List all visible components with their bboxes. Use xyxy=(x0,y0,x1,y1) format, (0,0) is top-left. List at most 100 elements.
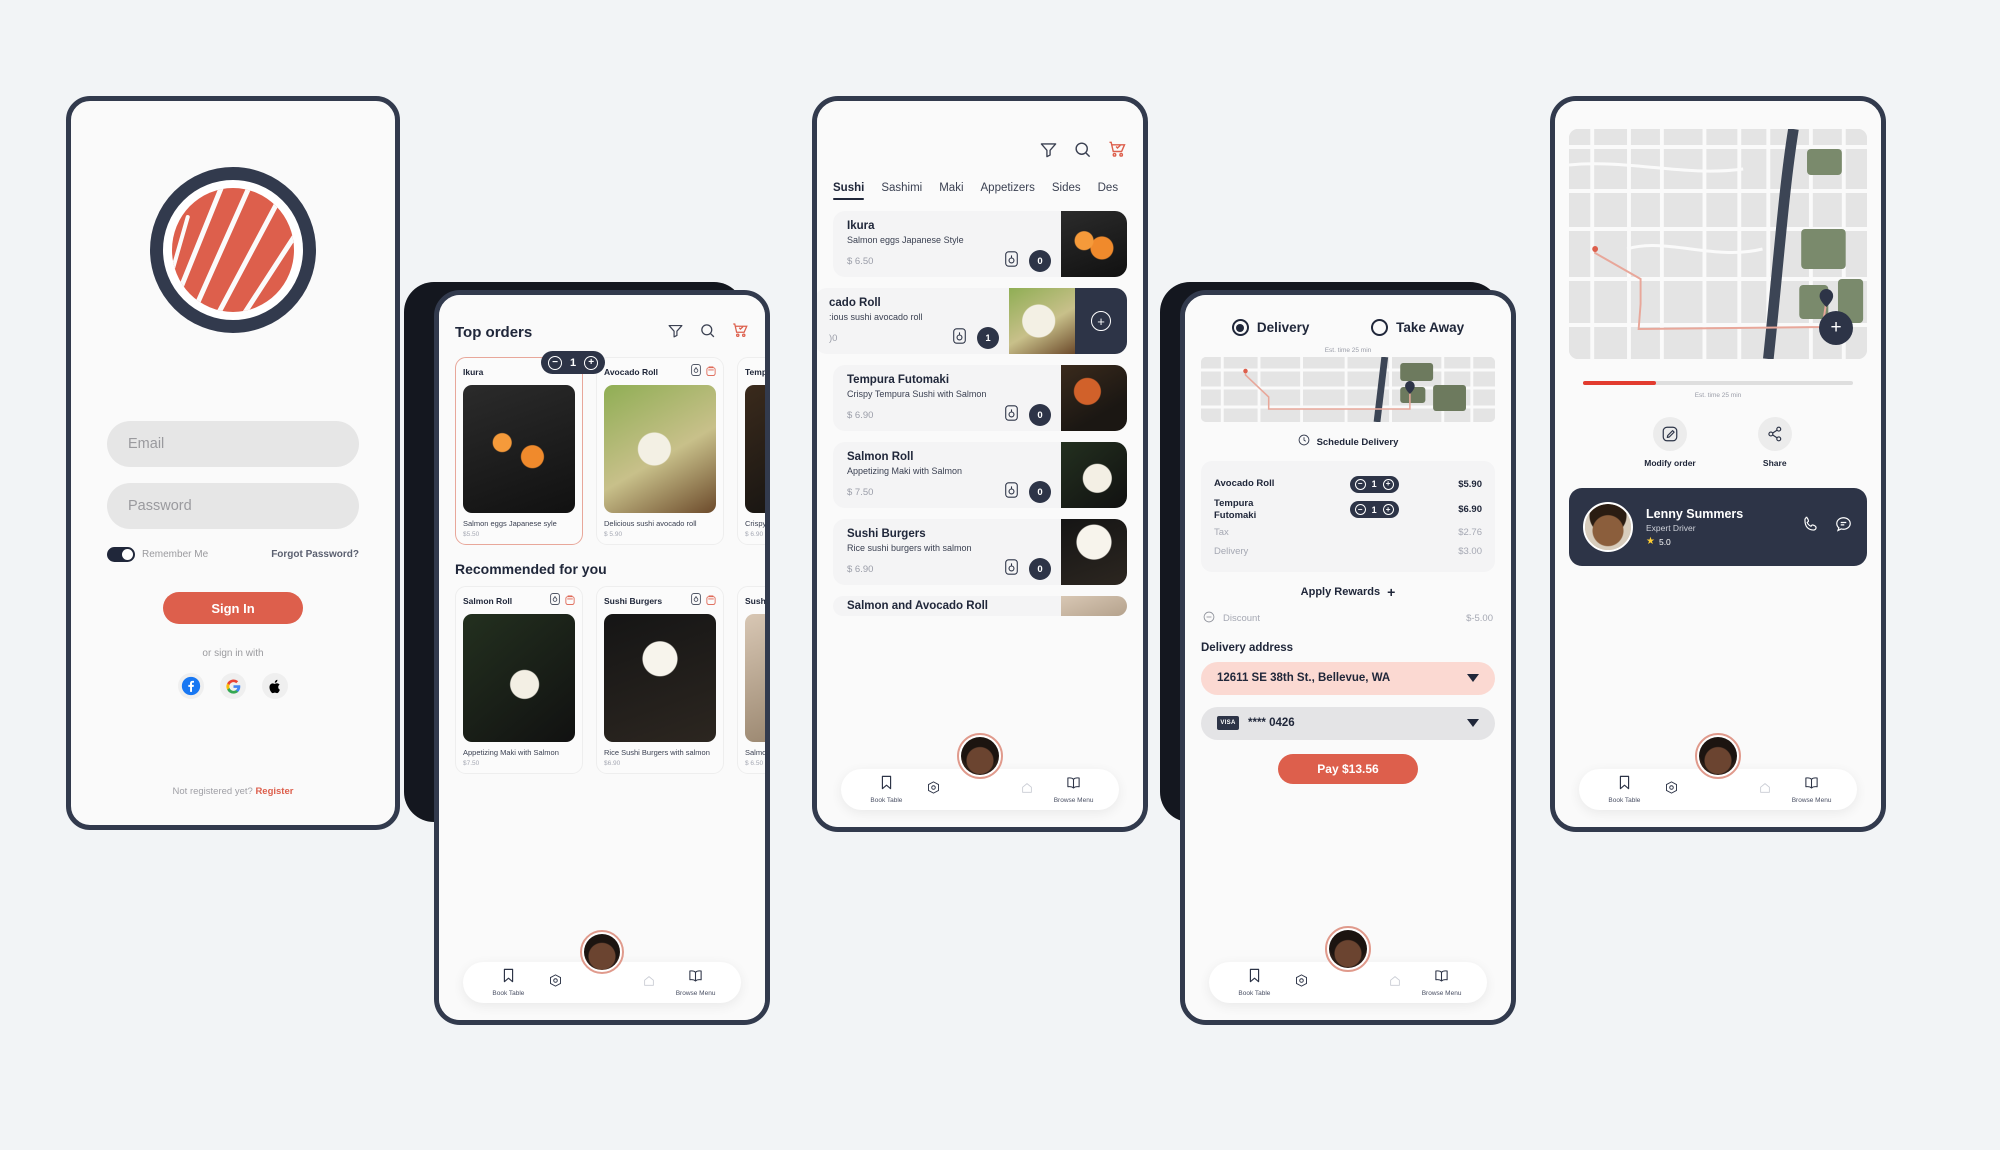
phone-icon[interactable] xyxy=(1801,515,1820,539)
minus-circle-icon[interactable] xyxy=(1203,610,1215,628)
avatar[interactable] xyxy=(580,930,624,974)
address-select[interactable]: 12611 SE 38th St., Bellevue, WA xyxy=(1201,661,1495,695)
cart-icon[interactable] xyxy=(1107,139,1127,164)
bag-icon[interactable] xyxy=(565,592,575,610)
decrease-quantity-button[interactable]: − xyxy=(548,355,562,370)
food-card[interactable]: Salmon Roll Appetizing Maki with Salmon … xyxy=(455,586,583,774)
search-icon[interactable] xyxy=(1073,140,1092,164)
increase-quantity-button[interactable]: + xyxy=(584,355,599,370)
menu-item[interactable]: Ikura Salmon eggs Japanese Style $ 6.50 … xyxy=(833,211,1127,277)
avatar[interactable] xyxy=(1695,733,1741,779)
share-button[interactable]: Share xyxy=(1757,417,1792,468)
tracking-map[interactable]: + xyxy=(1569,129,1867,359)
portion-icon[interactable] xyxy=(691,592,701,610)
facebook-icon[interactable] xyxy=(178,673,204,699)
forgot-password-link[interactable]: Forgot Password? xyxy=(271,549,359,560)
sidebar-item-location[interactable] xyxy=(532,973,579,992)
apple-icon[interactable] xyxy=(262,673,288,699)
email-field[interactable]: Email xyxy=(107,421,359,467)
food-card[interactable]: Sushi Burgers Rice Sushi Burgers with sa… xyxy=(596,586,724,774)
apply-rewards-button[interactable]: Apply Rewards + xyxy=(1201,585,1495,599)
pay-button[interactable]: Pay $13.56 xyxy=(1278,753,1418,784)
portion-icon[interactable] xyxy=(1005,558,1018,580)
portion-icon[interactable] xyxy=(1005,481,1018,503)
portion-icon[interactable] xyxy=(1005,404,1018,426)
menu-item-desc: Salmon eggs Japanese Style xyxy=(847,235,964,245)
delivery-option[interactable]: Delivery xyxy=(1231,319,1309,336)
cart-icon[interactable] xyxy=(731,321,749,344)
schedule-delivery-button[interactable]: Schedule Delivery xyxy=(1201,433,1495,451)
food-card[interactable]: Sushi R Salmon $ 6.50 xyxy=(737,586,765,774)
menu-item[interactable]: Tempura Futomaki Crispy Tempura Sushi wi… xyxy=(833,365,1127,431)
decrease-quantity-button[interactable]: − xyxy=(1354,478,1366,490)
avatar[interactable] xyxy=(957,733,1003,779)
top-orders-carousel[interactable]: Ikura Salmon eggs Japanese syle $5.50 Av… xyxy=(455,357,765,545)
sidebar-item-location[interactable] xyxy=(1648,780,1695,799)
payment-method-select[interactable]: VISA **** 0426 xyxy=(1201,706,1495,740)
delivery-radio[interactable] xyxy=(1231,319,1249,336)
sidebar-item-book-table[interactable]: Book Table xyxy=(1231,968,1278,997)
decrease-quantity-button[interactable]: − xyxy=(1354,504,1366,516)
menu-item[interactable]: Sushi Burgers Rice sushi burgers with sa… xyxy=(833,519,1127,585)
portion-icon[interactable] xyxy=(550,592,560,610)
sidebar-item-home[interactable] xyxy=(1003,781,1050,799)
portion-icon[interactable] xyxy=(953,327,966,349)
menu-item[interactable]: Salmon and Avocado Roll xyxy=(833,596,1127,616)
tab-desserts[interactable]: Des xyxy=(1098,182,1118,200)
sidebar-item-browse-menu[interactable]: Browse Menu xyxy=(1418,969,1465,997)
sidebar-item-browse-menu[interactable]: Browse Menu xyxy=(672,969,719,997)
quantity-stepper[interactable]: − 1 + xyxy=(1349,475,1399,493)
password-field[interactable]: Password xyxy=(107,483,359,529)
search-icon[interactable] xyxy=(699,322,716,344)
sidebar-item-book-table[interactable]: Book Table xyxy=(485,968,532,997)
bag-icon[interactable] xyxy=(706,592,716,610)
tab-sashimi[interactable]: Sashimi xyxy=(881,182,922,200)
takeaway-option[interactable]: Take Away xyxy=(1371,319,1464,336)
quantity-stepper[interactable]: − 1 + xyxy=(541,351,606,374)
sign-in-button[interactable]: Sign In xyxy=(163,592,303,624)
sidebar-item-home[interactable] xyxy=(625,974,672,992)
food-card[interactable]: Tempura Futomaki Crispy $ 6.90 xyxy=(737,357,765,545)
filter-icon[interactable] xyxy=(1039,140,1058,164)
food-card[interactable]: Avocado Roll Delicious sushi avocado rol… xyxy=(596,357,724,545)
category-tabs[interactable]: Sushi Sashimi Maki Appetizers Sides Des xyxy=(833,182,1127,200)
remember-me-toggle[interactable] xyxy=(107,547,135,562)
tab-appetizers[interactable]: Appetizers xyxy=(981,182,1035,200)
recommended-carousel[interactable]: Salmon Roll Appetizing Maki with Salmon … xyxy=(455,586,765,774)
takeaway-radio[interactable] xyxy=(1371,319,1389,336)
delivery-route-map[interactable] xyxy=(1201,357,1495,422)
driver-card[interactable]: Lenny Summers Expert Driver ★ 5.0 xyxy=(1569,488,1867,566)
tab-maki[interactable]: Maki xyxy=(939,182,963,200)
map-zoom-in-button[interactable]: + xyxy=(1819,311,1853,345)
sidebar-item-location[interactable] xyxy=(1278,973,1325,992)
sidebar-item-home[interactable] xyxy=(1371,974,1418,992)
tab-sides[interactable]: Sides xyxy=(1052,182,1081,200)
message-icon[interactable] xyxy=(1834,515,1853,539)
sidebar-item-book-table[interactable]: Book Table xyxy=(863,775,910,804)
bag-icon[interactable] xyxy=(706,363,716,381)
register-prompt[interactable]: Not registered yet? Register xyxy=(173,786,294,797)
increase-quantity-button[interactable]: + xyxy=(1382,504,1394,516)
menu-item[interactable]: cado Roll :ious sushi avocado roll )0 1 xyxy=(817,288,1127,354)
filter-icon[interactable] xyxy=(667,322,684,344)
portion-icon[interactable] xyxy=(691,363,701,381)
sidebar-item-book-table[interactable]: Book Table xyxy=(1601,775,1648,804)
register-link[interactable]: Register xyxy=(255,786,293,797)
discount-row: Discount $-5.00 xyxy=(1201,610,1495,628)
quantity-stepper[interactable]: − 1 + xyxy=(1349,501,1399,519)
avatar[interactable] xyxy=(1325,926,1371,972)
increase-quantity-button[interactable]: + xyxy=(1382,478,1394,490)
portion-icon[interactable] xyxy=(1005,250,1018,272)
book-icon xyxy=(1066,776,1081,795)
add-to-cart-button[interactable]: + xyxy=(1075,288,1127,354)
sidebar-item-home[interactable] xyxy=(1741,781,1788,799)
sidebar-item-browse-menu[interactable]: Browse Menu xyxy=(1050,776,1097,804)
modify-order-button[interactable]: Modify order xyxy=(1644,417,1696,468)
phone-login-screen: Email Password Remember Me Forgot Passwo… xyxy=(66,96,400,830)
tab-sushi[interactable]: Sushi xyxy=(833,182,865,200)
sidebar-item-location[interactable] xyxy=(910,780,957,799)
menu-item[interactable]: Salmon Roll Appetizing Maki with Salmon … xyxy=(833,442,1127,508)
food-card[interactable]: Ikura Salmon eggs Japanese syle $5.50 xyxy=(455,357,583,545)
google-icon[interactable] xyxy=(220,673,246,699)
sidebar-item-browse-menu[interactable]: Browse Menu xyxy=(1788,776,1835,804)
